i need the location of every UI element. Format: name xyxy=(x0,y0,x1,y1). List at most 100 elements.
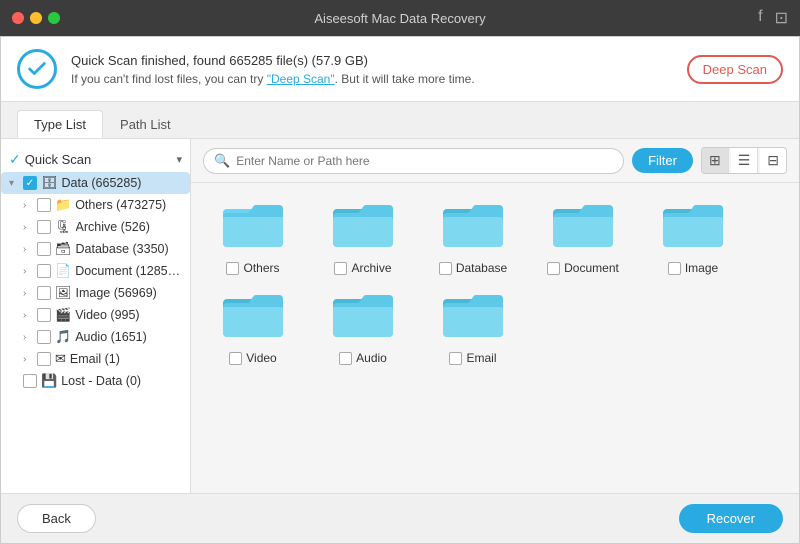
sidebar-item-label-audio: Audio (1651) xyxy=(75,330,184,344)
content-area: ✓ Quick Scan ▾ ▾ ✓ 🗄 Data (665285) › 📁 O… xyxy=(1,139,799,493)
maximize-button[interactable] xyxy=(48,12,60,24)
image-icon: 🖼 xyxy=(55,285,72,301)
grid-item-archive[interactable]: Archive xyxy=(313,195,413,275)
sidebar-item-database[interactable]: › 🗃 Database (3350) xyxy=(1,238,190,260)
banner-main-text: Quick Scan finished, found 665285 file(s… xyxy=(71,53,475,68)
sidebar-item-label-lost-data: Lost - Data (0) xyxy=(61,374,184,388)
checkbox-audio[interactable] xyxy=(37,330,51,344)
sidebar-item-label-others: Others (473275) xyxy=(75,198,184,212)
grid-item-bottom-document: Document xyxy=(533,261,633,275)
expand-icon: ▾ xyxy=(9,178,23,189)
grid-item-database[interactable]: Database xyxy=(423,195,523,275)
data-folder-icon: 🗄 xyxy=(41,175,58,191)
grid-checkbox-audio[interactable] xyxy=(339,352,352,365)
filter-button[interactable]: Filter xyxy=(632,148,693,173)
deep-scan-link[interactable]: "Deep Scan" xyxy=(267,72,335,86)
banner-left: Quick Scan finished, found 665285 file(s… xyxy=(17,49,475,89)
folder-icon-video xyxy=(218,285,288,345)
folder-icon-database xyxy=(438,195,508,255)
grid-checkbox-video[interactable] xyxy=(229,352,242,365)
folder-icon-email xyxy=(438,285,508,345)
checkbox-document[interactable] xyxy=(37,264,51,278)
checkbox-lost-data[interactable] xyxy=(23,374,37,388)
grid-view-button[interactable]: ⊞ xyxy=(702,148,729,173)
quick-scan-left: ✓ Quick Scan xyxy=(9,151,91,168)
facebook-icon[interactable]: f xyxy=(758,8,762,28)
database-icon: 🗃 xyxy=(55,241,72,257)
grid-checkbox-email[interactable] xyxy=(449,352,462,365)
minimize-button[interactable] xyxy=(30,12,42,24)
grid-item-image[interactable]: Image xyxy=(643,195,743,275)
checkbox-image[interactable] xyxy=(37,286,51,300)
sidebar-item-document[interactable]: › 📄 Document (128518) xyxy=(1,260,190,282)
grid-checkbox-document[interactable] xyxy=(547,262,560,275)
title-bar: Aiseesoft Mac Data Recovery f ⊡ xyxy=(0,0,800,36)
grid-item-bottom-archive: Archive xyxy=(313,261,413,275)
others-icon: 📁 xyxy=(55,197,71,213)
search-input[interactable] xyxy=(236,154,613,168)
grid-label-video: Video xyxy=(246,351,276,365)
audio-icon: 🎵 xyxy=(55,329,71,345)
grid-checkbox-archive[interactable] xyxy=(334,262,347,275)
expand-icon: › xyxy=(23,332,37,343)
view-icons: ⊞ ☰ ⊟ xyxy=(701,147,787,174)
search-icon: 🔍 xyxy=(214,153,230,169)
main-window: Quick Scan finished, found 665285 file(s… xyxy=(0,36,800,544)
checkbox-email[interactable] xyxy=(37,352,51,366)
close-button[interactable] xyxy=(12,12,24,24)
sidebar-item-email[interactable]: › ✉ Email (1) xyxy=(1,348,190,370)
sidebar-item-audio[interactable]: › 🎵 Audio (1651) xyxy=(1,326,190,348)
checkbox-data[interactable]: ✓ xyxy=(23,176,37,190)
sidebar-item-label-data: Data (665285) xyxy=(62,176,184,190)
expand-icon: › xyxy=(23,222,37,233)
check-circle xyxy=(17,49,57,89)
banner-sub-suffix: . But it will take more time. xyxy=(335,72,475,86)
grid-label-audio: Audio xyxy=(356,351,387,365)
grid-item-bottom-audio: Audio xyxy=(313,351,413,365)
message-icon[interactable]: ⊡ xyxy=(775,8,788,28)
back-button[interactable]: Back xyxy=(17,504,96,533)
recover-button[interactable]: Recover xyxy=(679,504,783,533)
traffic-lights xyxy=(12,12,60,24)
list-view-button[interactable]: ☰ xyxy=(731,148,759,173)
sidebar-item-video[interactable]: › 🎬 Video (995) xyxy=(1,304,190,326)
sidebar-item-others[interactable]: › 📁 Others (473275) xyxy=(1,194,190,216)
grid-item-document[interactable]: Document xyxy=(533,195,633,275)
lost-data-icon: 💾 xyxy=(41,373,57,389)
grid-item-video[interactable]: Video xyxy=(203,285,303,365)
sidebar-item-data[interactable]: ▾ ✓ 🗄 Data (665285) xyxy=(1,172,190,194)
columns-view-button[interactable]: ⊟ xyxy=(760,148,786,173)
deep-scan-button[interactable]: Deep Scan xyxy=(687,55,783,84)
banner-sub-prefix: If you can't find lost files, you can tr… xyxy=(71,72,267,86)
grid-item-others[interactable]: Others xyxy=(203,195,303,275)
tab-path-list[interactable]: Path List xyxy=(103,110,188,138)
sidebar-item-archive[interactable]: › 🗜 Archive (526) xyxy=(1,216,190,238)
checkbox-database[interactable] xyxy=(37,242,51,256)
tab-type-list[interactable]: Type List xyxy=(17,110,103,138)
checkbox-others[interactable] xyxy=(37,198,51,212)
sidebar-item-label-email: Email (1) xyxy=(70,352,184,366)
grid-item-email[interactable]: Email xyxy=(423,285,523,365)
email-icon: ✉ xyxy=(55,351,66,367)
sidebar-item-image[interactable]: › 🖼 Image (56969) xyxy=(1,282,190,304)
grid-checkbox-others[interactable] xyxy=(226,262,239,275)
checkbox-video[interactable] xyxy=(37,308,51,322)
grid-item-bottom-email: Email xyxy=(423,351,523,365)
grid-checkbox-image[interactable] xyxy=(668,262,681,275)
grid-item-bottom-others: Others xyxy=(203,261,303,275)
banner-sub-text: If you can't find lost files, you can tr… xyxy=(71,72,475,86)
folder-icon-document xyxy=(548,195,618,255)
sidebar-item-lost-data[interactable]: 💾 Lost - Data (0) xyxy=(1,370,190,392)
folder-icon-archive xyxy=(328,195,398,255)
grid-item-audio[interactable]: Audio xyxy=(313,285,413,365)
checkbox-archive[interactable] xyxy=(37,220,51,234)
grid-item-bottom-image: Image xyxy=(643,261,743,275)
sidebar-item-label-document: Document (128518) xyxy=(75,264,184,278)
sidebar-item-label-video: Video (995) xyxy=(75,308,184,322)
sidebar-item-label-database: Database (3350) xyxy=(76,242,184,256)
grid-checkbox-database[interactable] xyxy=(439,262,452,275)
sidebar-item-label-archive: Archive (526) xyxy=(76,220,184,234)
grid-item-bottom-video: Video xyxy=(203,351,303,365)
grid-label-document: Document xyxy=(564,261,619,275)
tab-row: Type List Path List xyxy=(1,102,799,139)
